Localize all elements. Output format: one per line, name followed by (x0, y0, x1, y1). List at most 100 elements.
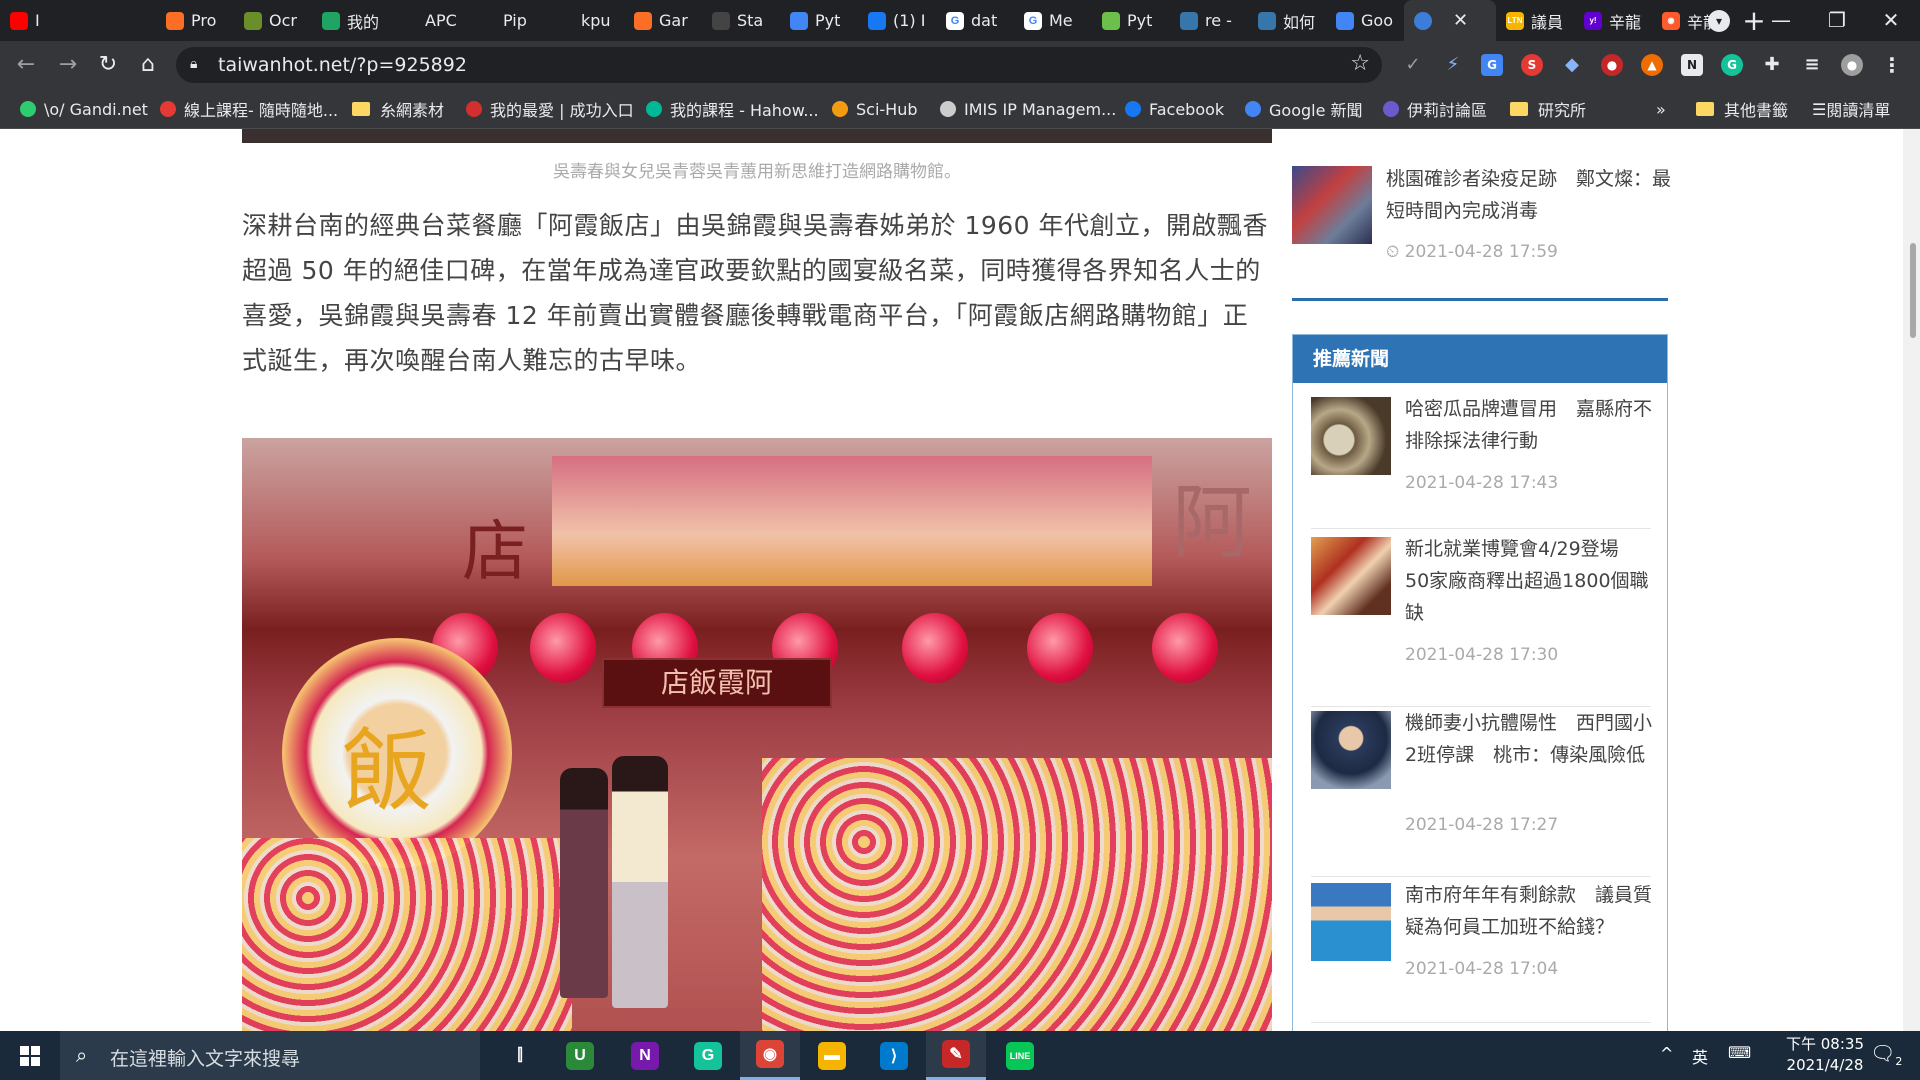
recommended-item[interactable]: 新北就業博覽會4/29登場 50家廠商釋出超過1800個職缺 2021-04-2… (1311, 537, 1651, 707)
browser-tab[interactable]: Pyt (1092, 0, 1170, 41)
grammarly-extension-icon[interactable]: G (1721, 54, 1743, 76)
news-thumbnail[interactable] (1311, 537, 1391, 615)
reading-list[interactable]: ☰ 閱讀清單 (1812, 89, 1890, 129)
bolt-extension-icon[interactable]: ⚡︎ (1442, 54, 1464, 76)
browser-tab[interactable]: LTN 議員 (1496, 0, 1574, 41)
reload-icon[interactable]: ↻ (94, 51, 122, 79)
bookmark-item[interactable]: 研究所 (1510, 89, 1586, 129)
menu-kebab-icon[interactable]: ⋮ (1881, 54, 1903, 76)
bookmark-item[interactable]: Google 新聞 (1245, 89, 1363, 129)
taskbar-app[interactable]: G (678, 1031, 738, 1080)
recommended-item[interactable]: 機師妻小抗體陽性 西門國小2班停課 桃市：傳染風險低 2021-04-28 17… (1311, 711, 1652, 877)
bookmark-item[interactable]: 我的最愛 | 成功入口 (466, 89, 634, 129)
taskbar-app[interactable]: ◉ (740, 1031, 800, 1080)
news-title[interactable]: 桃園確診者染疫足跡 鄭文燦：最短時間內完成消毒 (1386, 163, 1676, 227)
restore-button[interactable]: ❐ (1808, 0, 1866, 41)
bookmark-item[interactable]: 我的課程 - Hahow... (646, 89, 819, 129)
youtube-icon (10, 11, 28, 30)
notion-extension-icon[interactable]: N (1681, 54, 1703, 76)
home-icon[interactable]: ⌂ (134, 51, 162, 79)
browser-tab[interactable]: kpu (546, 0, 624, 41)
browser-tab[interactable]: Pro (156, 0, 234, 41)
address-bar[interactable]: 🔒︎ taiwanhot.net/?p=925892 ☆ (176, 47, 1382, 83)
shield-extension-icon[interactable]: ◆ (1561, 54, 1583, 76)
line-icon: LINE (1006, 1041, 1034, 1070)
notification-icon[interactable]: 🗨︎2 (1870, 1041, 1902, 1068)
fire-extension-icon[interactable]: ▲ (1641, 54, 1663, 76)
tab-search-icon[interactable]: ▾ (1708, 10, 1730, 32)
bookmarks-overflow-button[interactable]: » (1656, 89, 1666, 129)
taskbar-app[interactable]: LINE (990, 1031, 1050, 1080)
news-thumbnail[interactable] (1311, 397, 1391, 475)
url-text[interactable]: taiwanhot.net/?p=925892 (218, 54, 467, 76)
bookmark-item[interactable]: 糸網素材 (352, 89, 444, 129)
recommended-item[interactable]: 哈密瓜品牌遭冒用 嘉縣府不排除採法律行動 2021-04-28 17:43 (1311, 397, 1652, 529)
news-title[interactable]: 南市府年年有剩餘款 議員質疑為何員工加班不給錢？ (1405, 879, 1653, 943)
github-icon (400, 11, 418, 30)
browser-tab[interactable]: Gdat (936, 0, 1014, 41)
close-window-button[interactable]: ✕ (1862, 0, 1920, 41)
start-button[interactable] (0, 1031, 60, 1080)
taskbar-search[interactable]: ⌕ 在這裡輸入文字來搜尋 (60, 1031, 480, 1080)
extensions-puzzle-icon[interactable]: ✚ (1761, 54, 1783, 76)
forward-icon[interactable]: → (54, 51, 82, 79)
browser-tab[interactable]: APC (390, 0, 468, 41)
browser-tab[interactable]: 我的 (312, 0, 390, 41)
check-extension-icon[interactable]: ✓ (1402, 54, 1424, 76)
browser-tab[interactable]: Pip (468, 0, 546, 41)
bookmark-item[interactable]: Sci-Hub (832, 89, 918, 129)
back-icon[interactable]: ← (12, 51, 40, 79)
browser-tab[interactable] (78, 0, 156, 41)
ime-indicator[interactable]: 英 (1692, 1044, 1708, 1068)
flower-baskets (242, 838, 572, 1031)
bookmark-item[interactable]: 伊莉討論區 (1383, 89, 1487, 129)
taskbar-app[interactable]: ✎ (926, 1031, 986, 1080)
browser-tab[interactable]: Sta (702, 0, 780, 41)
browser-tab[interactable]: Goo (1326, 0, 1404, 41)
translate-extension-icon[interactable]: G (1481, 54, 1503, 76)
keyboard-icon[interactable]: ⌨ (1728, 1043, 1751, 1062)
other-bookmarks[interactable]: 其他書籤 (1696, 89, 1788, 129)
browser-tab[interactable]: y! 辛龍 (1574, 0, 1652, 41)
news-title[interactable]: 機師妻小抗體陽性 西門國小2班停課 桃市：傳染風險低 (1405, 707, 1653, 771)
upwork-icon: U (566, 1041, 594, 1070)
tray-caret-icon[interactable]: ^ (1660, 1044, 1673, 1063)
taskbar-app[interactable]: ⟩ (864, 1031, 924, 1080)
news-thumbnail[interactable] (1311, 711, 1391, 789)
browser-tab[interactable]: (1) I (858, 0, 936, 41)
news-thumbnail[interactable] (1292, 166, 1372, 244)
news-title[interactable]: 哈密瓜品牌遭冒用 嘉縣府不排除採法律行動 (1405, 393, 1653, 457)
translate-icon (790, 11, 808, 30)
bookmark-item[interactable]: Facebook (1125, 89, 1224, 129)
media-control-icon[interactable]: ≡ (1801, 54, 1823, 76)
browser-tab[interactable]: Ocr (234, 0, 312, 41)
browser-tab[interactable]: I (0, 0, 78, 41)
news-title[interactable]: 新北就業博覽會4/29登場 50家廠商釋出超過1800個職缺 (1405, 533, 1653, 629)
minimize-button[interactable]: — (1752, 0, 1810, 41)
bookmark-item[interactable]: \o/ Gandi.net (20, 89, 148, 129)
bookmark-star-icon[interactable]: ☆ (1350, 51, 1370, 76)
browser-tab-active[interactable]: ✕ (1404, 0, 1496, 41)
browser-tab[interactable]: G Me (1014, 0, 1092, 41)
taskbar-app[interactable]: ▬ (802, 1031, 862, 1080)
bookmark-item[interactable]: 線上課程- 隨時隨地... (160, 89, 338, 129)
profile-avatar[interactable]: ● (1841, 54, 1863, 76)
taskbar-app[interactable]: N (615, 1031, 675, 1080)
browser-tab[interactable]: Gar (624, 0, 702, 41)
close-tab-icon[interactable]: ✕ (1453, 10, 1468, 31)
taskbar-app[interactable]: ⫿ (490, 1031, 550, 1080)
news-thumbnail[interactable] (1311, 883, 1391, 961)
recommended-item[interactable]: 南市府年年有剩餘款 議員質疑為何員工加班不給錢？ 2021-04-28 17:0… (1311, 883, 1652, 1023)
browser-tab[interactable]: 如何 (1248, 0, 1326, 41)
s-extension-icon[interactable]: S (1521, 54, 1543, 76)
tab-label: 議員 (1531, 12, 1564, 32)
scrollbar-thumb[interactable] (1910, 243, 1916, 338)
browser-tab[interactable]: re - (1170, 0, 1248, 41)
google-icon: G (946, 11, 964, 30)
bookmark-item[interactable]: IMIS IP Managem... (940, 89, 1116, 129)
record-extension-icon[interactable]: ● (1601, 54, 1623, 76)
sidebar-previous-news[interactable]: 桃園確診者染疫足跡 鄭文燦：最短時間內完成消毒 ⏲ 2021-04-28 17:… (1292, 129, 1671, 309)
lantern (1027, 613, 1093, 683)
browser-tab[interactable]: Pyt (780, 0, 858, 41)
taskbar-app[interactable]: U (550, 1031, 610, 1080)
